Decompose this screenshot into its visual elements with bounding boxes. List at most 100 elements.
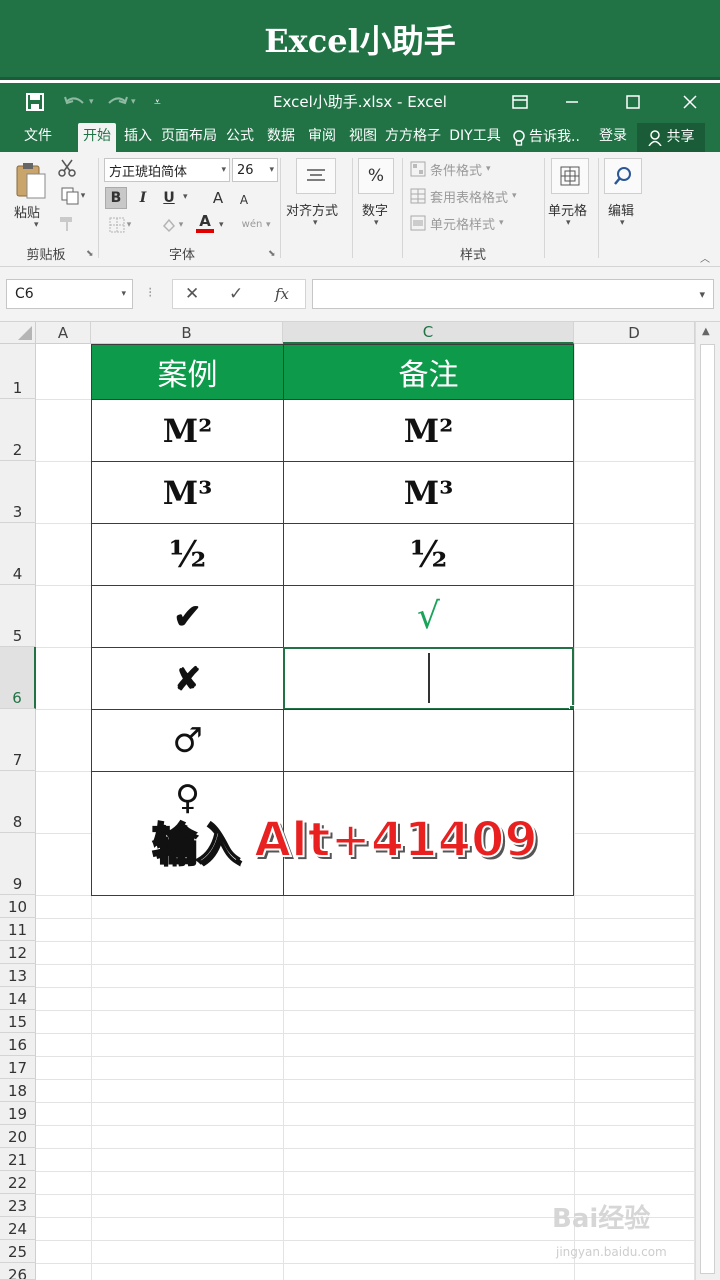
row-header[interactable]: 14 — [0, 987, 36, 1010]
enter-icon[interactable]: ✓ — [229, 284, 243, 304]
editing-dropdown-icon[interactable]: ▾ — [620, 218, 625, 228]
format-painter-icon[interactable] — [56, 214, 78, 234]
tab-insert[interactable]: 插入 — [119, 123, 157, 152]
row-header[interactable]: 2 — [0, 399, 36, 461]
row-header[interactable]: 4 — [0, 523, 36, 585]
phonetic-dropdown-icon[interactable]: ▾ — [266, 220, 271, 230]
fill-color-icon[interactable]: ▾ — [155, 214, 189, 236]
table-cell[interactable]: ♂ — [91, 709, 284, 772]
table-cell[interactable]: M³ — [91, 461, 284, 524]
insert-function-icon[interactable]: fx — [275, 285, 289, 303]
row-header[interactable]: 21 — [0, 1148, 36, 1171]
row-header[interactable]: 11 — [0, 918, 36, 941]
clipboard-launcher-icon[interactable]: ⬊ — [86, 249, 94, 259]
row-header[interactable]: 5 — [0, 585, 36, 647]
tell-me[interactable]: 告诉我.. — [512, 123, 590, 152]
paste-icon[interactable] — [10, 158, 50, 202]
row-header[interactable]: 13 — [0, 964, 36, 987]
row-header[interactable]: 16 — [0, 1033, 36, 1056]
row-header[interactable]: 25 — [0, 1240, 36, 1263]
tab-review[interactable]: 审阅 — [303, 123, 341, 152]
expand-formula-icon[interactable]: ▾ — [699, 288, 705, 301]
row-header[interactable]: 18 — [0, 1079, 36, 1102]
row-header[interactable]: 1 — [0, 344, 36, 399]
alignment-label[interactable]: 对齐方式 — [286, 200, 338, 219]
table-header-cell[interactable]: 案例 — [91, 344, 284, 400]
table-cell[interactable]: ✔ — [91, 585, 284, 648]
tab-fangfang[interactable]: 方方格子 — [385, 123, 441, 152]
tab-formulas[interactable]: 公式 — [222, 123, 258, 152]
formula-input[interactable]: ▾ — [312, 279, 714, 309]
row-header[interactable]: 20 — [0, 1125, 36, 1148]
table-cell[interactable]: ½ — [91, 523, 284, 586]
format-as-table-button[interactable]: 套用表格格式 ▾ — [410, 185, 517, 207]
maximize-icon[interactable] — [613, 83, 653, 121]
row-header[interactable]: 10 — [0, 895, 36, 918]
close-icon[interactable] — [670, 83, 710, 121]
row-header[interactable]: 6 — [0, 647, 36, 709]
collapse-ribbon-icon[interactable]: ︿ — [700, 250, 710, 265]
number-label[interactable]: 数字 — [362, 200, 388, 219]
cells-dropdown-icon[interactable]: ▾ — [566, 218, 571, 228]
scroll-up-icon[interactable]: ▲ — [702, 326, 710, 337]
tab-data[interactable]: 数据 — [262, 123, 300, 152]
cell-styles-button[interactable]: 单元格样式 ▾ — [410, 212, 504, 234]
customize-icon[interactable]: ⩡ — [154, 83, 161, 121]
grow-font-button[interactable]: A — [207, 187, 229, 209]
italic-button[interactable]: I — [132, 187, 154, 209]
column-header-b[interactable]: B — [91, 322, 283, 344]
paste-dropdown-icon[interactable]: ▾ — [34, 220, 39, 230]
table-header-cell[interactable]: 备注 — [283, 344, 574, 400]
row-header[interactable]: 26 — [0, 1263, 36, 1280]
table-cell[interactable] — [283, 709, 574, 772]
font-size-select[interactable]: 26 ▾ — [232, 158, 278, 182]
search-icon[interactable] — [604, 158, 642, 194]
redo-icon[interactable]: ▾ — [106, 83, 136, 121]
number-dropdown-icon[interactable]: ▾ — [374, 218, 379, 228]
select-all-corner[interactable] — [0, 322, 36, 344]
font-color-dropdown-icon[interactable]: ▾ — [219, 220, 224, 230]
row-header[interactable]: 24 — [0, 1217, 36, 1240]
shrink-font-button[interactable]: A — [233, 189, 255, 211]
copy-icon[interactable]: ▾ — [56, 186, 90, 206]
row-header[interactable]: 12 — [0, 941, 36, 964]
save-icon[interactable] — [26, 83, 44, 121]
row-header[interactable]: 8 — [0, 771, 36, 833]
tab-home[interactable]: 开始 — [78, 123, 116, 152]
row-header[interactable]: 19 — [0, 1102, 36, 1125]
row-header[interactable]: 17 — [0, 1056, 36, 1079]
paste-label[interactable]: 粘贴 — [14, 202, 40, 221]
tab-file[interactable]: 文件 — [14, 123, 62, 152]
minimize-icon[interactable] — [552, 83, 592, 121]
column-header-d[interactable]: D — [574, 322, 695, 344]
conditional-format-button[interactable]: 条件格式 ▾ — [410, 158, 491, 180]
table-cell[interactable]: M³ — [283, 461, 574, 524]
underline-button[interactable]: U — [158, 187, 180, 209]
table-cell[interactable]: ½ — [283, 523, 574, 586]
cells-icon[interactable] — [551, 158, 589, 194]
share-button[interactable]: 共享 — [637, 123, 705, 152]
alignment-dropdown-icon[interactable]: ▾ — [313, 218, 318, 228]
cut-icon[interactable] — [56, 158, 78, 178]
cancel-icon[interactable]: ✕ — [185, 284, 199, 304]
name-box[interactable]: C6 ▾ — [6, 279, 133, 309]
column-header-c[interactable]: C — [283, 322, 574, 344]
sign-in-link[interactable]: 登录 — [593, 123, 633, 152]
column-header-a[interactable]: A — [36, 322, 91, 344]
scrollbar-thumb[interactable] — [700, 344, 715, 1274]
ribbon-display-icon[interactable] — [500, 83, 540, 121]
undo-icon[interactable]: ▾ — [64, 83, 94, 121]
underline-dropdown-icon[interactable]: ▾ — [183, 192, 188, 202]
editing-label[interactable]: 编辑 — [608, 200, 634, 219]
table-cell[interactable]: M² — [91, 399, 284, 462]
table-cell[interactable]: √ — [283, 585, 574, 648]
table-cell[interactable]: M² — [283, 399, 574, 462]
vertical-scrollbar[interactable]: ▲ — [695, 322, 720, 1280]
alignment-icon[interactable] — [296, 158, 336, 194]
row-header[interactable]: 3 — [0, 461, 36, 523]
tab-diy-tools[interactable]: DIY工具 — [446, 123, 504, 152]
percent-icon[interactable]: % — [358, 158, 394, 194]
font-name-select[interactable]: 方正琥珀简体 ▾ — [104, 158, 230, 182]
tab-page-layout[interactable]: 页面布局 — [160, 123, 218, 152]
row-header[interactable]: 15 — [0, 1010, 36, 1033]
